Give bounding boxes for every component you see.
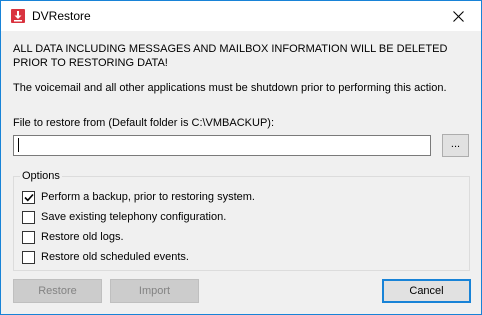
restore-logs-checkbox[interactable] [22, 230, 35, 244]
option-restore-events[interactable]: Restore old scheduled events. [22, 250, 189, 264]
checkmark-icon [23, 193, 34, 201]
option-save-telephony[interactable]: Save existing telephony configuration. [22, 210, 226, 224]
info-message: The voicemail and all other applications… [13, 82, 447, 94]
restore-events-checkbox[interactable] [22, 250, 35, 264]
close-icon [452, 10, 464, 22]
cancel-button[interactable]: Cancel [382, 279, 471, 303]
option-restore-logs[interactable]: Restore old logs. [22, 230, 124, 244]
window-title: DVRestore [32, 9, 91, 23]
options-legend: Options [20, 169, 62, 183]
restore-events-label: Restore old scheduled events. [41, 251, 189, 263]
perform-backup-checkbox[interactable] [22, 190, 35, 204]
text-caret [18, 138, 19, 152]
warning-message: ALL DATA INCLUDING MESSAGES AND MAILBOX … [13, 43, 448, 69]
save-telephony-label: Save existing telephony configuration. [41, 211, 227, 223]
browse-button[interactable]: ... [442, 134, 469, 157]
options-group: Options Perform a backup, prior to resto… [13, 169, 470, 271]
restore-logs-label: Restore old logs. [41, 231, 124, 243]
title-bar[interactable]: DVRestore [1, 1, 481, 31]
file-path-label: File to restore from (Default folder is … [13, 117, 275, 129]
download-arrow-icon [11, 9, 25, 23]
file-path-input[interactable] [13, 135, 431, 156]
import-button[interactable]: Import [110, 279, 199, 303]
perform-backup-label: Perform a backup, prior to restoring sys… [41, 191, 255, 203]
close-button[interactable] [435, 1, 481, 31]
save-telephony-checkbox[interactable] [22, 210, 35, 224]
option-perform-backup[interactable]: Perform a backup, prior to restoring sys… [22, 190, 255, 204]
dialog-body: ALL DATA INCLUDING MESSAGES AND MAILBOX … [1, 31, 481, 314]
dvrestore-dialog: DVRestore ALL DATA INCLUDING MESSAGES AN… [0, 0, 482, 315]
restore-button[interactable]: Restore [13, 279, 102, 303]
